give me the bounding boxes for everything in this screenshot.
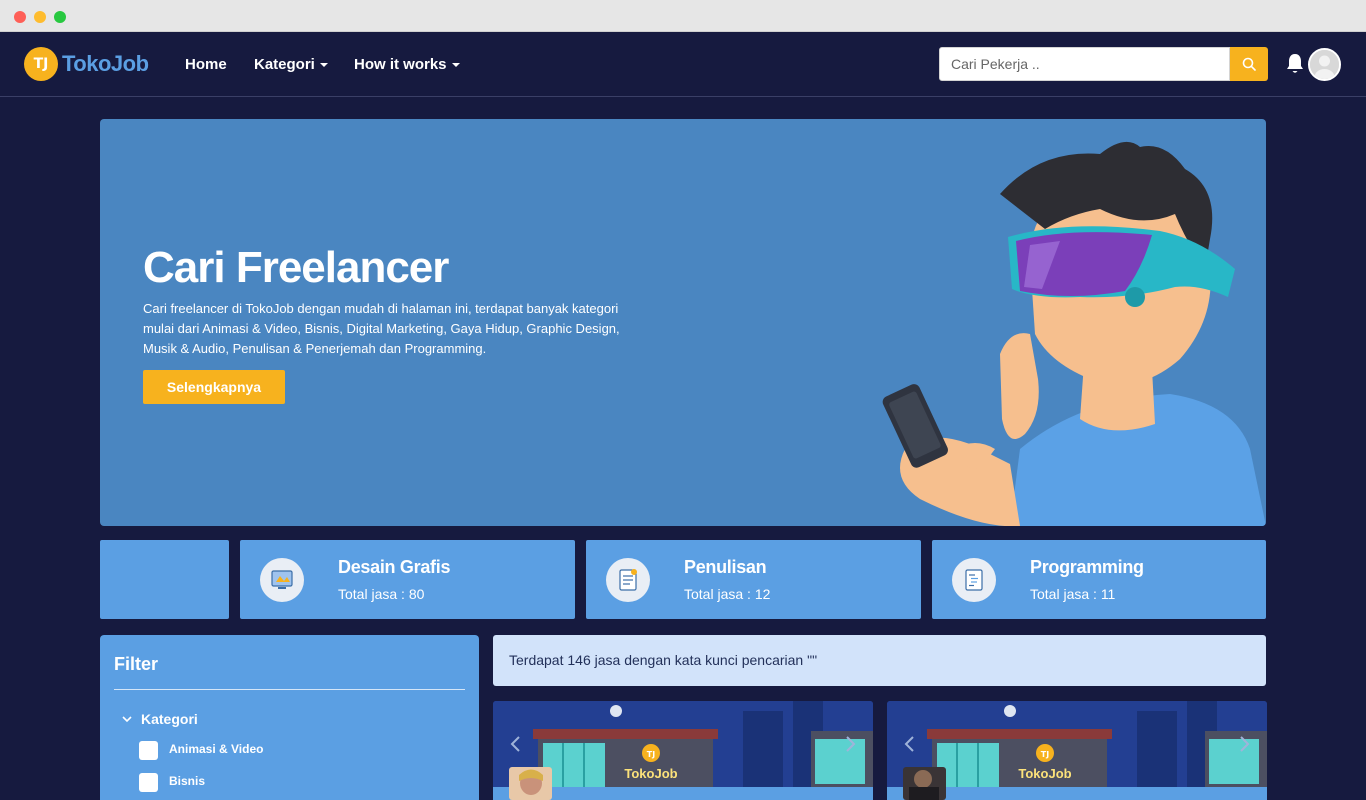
service-card[interactable]: TJ TokoJob <box>493 701 873 800</box>
search-icon <box>1242 57 1256 71</box>
filter-panel: Filter Kategori Animasi & Video Bisnis <box>100 635 479 800</box>
search-input[interactable] <box>939 47 1230 81</box>
category-card-desain-grafis[interactable]: Desain Grafis Total jasa : 80 <box>240 540 575 619</box>
code-icon <box>952 558 996 602</box>
filter-kategori-toggle[interactable]: Kategori <box>122 711 198 727</box>
window-titlebar <box>0 0 1366 32</box>
filter-option-label: Bisnis <box>169 774 206 788</box>
filter-option-animasi-video[interactable]: Animasi & Video <box>139 741 263 760</box>
category-total: Total jasa : 12 <box>684 586 771 602</box>
seller-avatar <box>903 767 946 800</box>
filter-kategori-label: Kategori <box>141 711 198 727</box>
bell-icon[interactable] <box>1284 52 1306 76</box>
user-avatar[interactable] <box>1308 48 1341 81</box>
service-brand-text: TokoJob <box>1018 766 1071 781</box>
category-total: Total jasa : 11 <box>1030 586 1116 602</box>
category-name: Penulisan <box>684 557 767 577</box>
freelancer-vr-illustration <box>882 141 1266 526</box>
filter-option-label: Animasi & Video <box>169 742 264 756</box>
minimize-window-button[interactable] <box>34 11 46 23</box>
seller-avatar <box>509 767 552 800</box>
hero-title: Cari Freelancer <box>143 243 449 292</box>
carousel-prev-icon[interactable] <box>903 735 917 753</box>
close-window-button[interactable] <box>14 11 26 23</box>
nav-kategori-dropdown[interactable]: Kategori <box>254 56 328 73</box>
brand-name: TokoJob <box>62 51 149 76</box>
design-icon <box>260 558 304 602</box>
hero-description: Cari freelancer di TokoJob dengan mudah … <box>143 301 620 356</box>
nav-kategori-label: Kategori <box>254 56 315 73</box>
filter-divider <box>114 689 465 690</box>
nav-home-link[interactable]: Home <box>185 56 227 73</box>
checkbox[interactable] <box>139 741 158 760</box>
category-card-penulisan[interactable]: Penulisan Total jasa : 12 <box>586 540 921 619</box>
chevron-down-icon <box>122 716 132 723</box>
category-name: Desain Grafis <box>338 557 451 577</box>
brand-logo[interactable]: TJ TokoJob <box>24 46 149 82</box>
carousel-next-icon[interactable] <box>1237 735 1251 753</box>
hero-banner: Cari Freelancer Cari freelancer di TokoJ… <box>100 119 1266 526</box>
search-button[interactable] <box>1230 47 1268 81</box>
search-result-info: Terdapat 146 jasa dengan kata kunci penc… <box>493 635 1266 686</box>
checkbox[interactable] <box>139 773 158 792</box>
filter-option-bisnis[interactable]: Bisnis <box>139 773 205 792</box>
category-total: Total jasa : 80 <box>338 586 425 602</box>
category-card-partial[interactable] <box>100 540 229 619</box>
nav-home-label: Home <box>185 56 227 73</box>
logo-mark-icon: TJ <box>24 47 58 81</box>
category-card-programming[interactable]: Programming Total jasa : 11 <box>932 540 1266 619</box>
nav-how-it-works-label: How it works <box>354 56 447 73</box>
top-navbar: TJ TokoJob Home Kategori How it works <box>0 32 1366 97</box>
maximize-window-button[interactable] <box>54 11 66 23</box>
carousel-prev-icon[interactable] <box>509 735 523 753</box>
nav-how-it-works-dropdown[interactable]: How it works <box>354 56 460 73</box>
service-card[interactable]: TJ TokoJob <box>887 701 1267 800</box>
service-brand-text: TokoJob <box>624 766 677 781</box>
hero-more-button[interactable]: Selengkapnya <box>143 370 285 404</box>
chevron-down-icon <box>319 62 328 67</box>
service-logo-mark: TJ <box>1041 750 1049 759</box>
service-logo-mark: TJ <box>647 750 655 759</box>
carousel-next-icon[interactable] <box>843 735 857 753</box>
category-name: Programming <box>1030 557 1144 577</box>
chevron-down-icon <box>451 62 460 67</box>
filter-title: Filter <box>114 654 159 674</box>
writing-icon <box>606 558 650 602</box>
default-user-icon <box>1310 50 1339 79</box>
